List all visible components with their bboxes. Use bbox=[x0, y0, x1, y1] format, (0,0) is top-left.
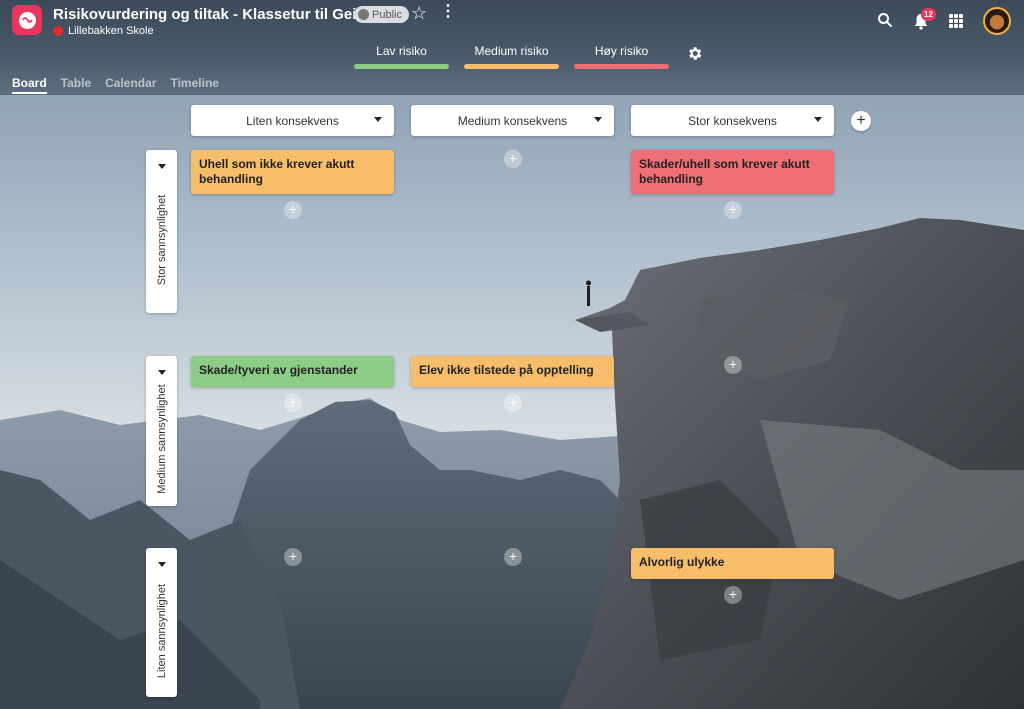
add-card-plus-icon[interactable]: + bbox=[724, 201, 742, 219]
settings-gear-icon[interactable] bbox=[686, 45, 703, 62]
caret-down-icon[interactable] bbox=[158, 562, 166, 567]
add-card-plus-icon[interactable]: + bbox=[504, 150, 522, 168]
row-header-label: Stor sannsynlighet bbox=[155, 194, 168, 285]
row-header-label: Medium sannsynlighet bbox=[155, 384, 168, 494]
globe-icon bbox=[358, 9, 369, 20]
row-header-liten-sannsynlighet[interactable]: Liten sannsynlighet bbox=[146, 548, 177, 697]
risk-card[interactable]: Uhell som ikke krever akutt behandling bbox=[191, 150, 394, 194]
visibility-badge[interactable]: Public bbox=[354, 6, 409, 23]
risk-card[interactable]: Alvorlig ulykke bbox=[631, 548, 834, 579]
add-column-plus-icon[interactable]: + bbox=[851, 111, 871, 131]
column-header-label: Liten konsekvens bbox=[246, 113, 339, 128]
row-header-medium-sannsynlighet[interactable]: Medium sannsynlighet bbox=[146, 356, 177, 506]
legend-low-risk[interactable]: Lav risiko bbox=[354, 44, 449, 69]
legend-bar bbox=[354, 64, 449, 69]
risk-card[interactable]: Skader/uhell som krever akutt behandling bbox=[631, 150, 834, 194]
legend-bar bbox=[574, 64, 669, 69]
star-icon[interactable]: ☆ bbox=[411, 3, 427, 24]
column-header-label: Stor konsekvens bbox=[688, 113, 777, 128]
board-title[interactable]: Risikovurdering og tiltak - Klassetur ti… bbox=[53, 6, 370, 23]
caret-down-icon[interactable] bbox=[158, 370, 166, 375]
legend-medium-risk[interactable]: Medium risiko bbox=[464, 44, 559, 69]
tab-calendar[interactable]: Calendar bbox=[105, 76, 156, 94]
legend-bar bbox=[464, 64, 559, 69]
tab-table[interactable]: Table bbox=[61, 76, 91, 94]
caret-down-icon[interactable] bbox=[814, 117, 822, 122]
risk-card[interactable]: Elev ikke tilstede på opptelling bbox=[411, 356, 614, 387]
add-card-plus-icon[interactable]: + bbox=[504, 394, 522, 412]
caret-down-icon[interactable] bbox=[374, 117, 382, 122]
tab-timeline[interactable]: Timeline bbox=[170, 76, 218, 94]
column-header-stor-konsekvens[interactable]: Stor konsekvens bbox=[631, 105, 834, 136]
view-tabs: Board Table Calendar Timeline bbox=[12, 76, 219, 94]
apps-grid-icon[interactable] bbox=[949, 14, 963, 28]
app-header: Risikovurdering og tiltak - Klassetur ti… bbox=[0, 0, 1024, 95]
add-card-plus-icon[interactable]: + bbox=[504, 548, 522, 566]
column-header-label: Medium konsekvens bbox=[457, 113, 568, 128]
app-logo-icon[interactable] bbox=[12, 5, 42, 35]
notification-count-badge: 12 bbox=[921, 8, 936, 21]
tab-board[interactable]: Board bbox=[12, 76, 47, 94]
add-card-plus-icon[interactable]: + bbox=[724, 356, 742, 374]
column-header-liten-konsekvens[interactable]: Liten konsekvens bbox=[191, 105, 394, 136]
column-header-medium-konsekvens[interactable]: Medium konsekvens bbox=[411, 105, 614, 136]
add-card-plus-icon[interactable]: + bbox=[284, 548, 302, 566]
row-header-stor-sannsynlighet[interactable]: Stor sannsynlighet bbox=[146, 150, 177, 313]
add-card-plus-icon[interactable]: + bbox=[284, 394, 302, 412]
visibility-label: Public bbox=[372, 8, 402, 21]
legend-label: Høy risiko bbox=[594, 44, 649, 58]
organization-dot-icon bbox=[53, 26, 63, 36]
caret-down-icon[interactable] bbox=[594, 117, 602, 122]
organization-link[interactable]: Lillebakken Skole bbox=[53, 25, 154, 37]
add-card-plus-icon[interactable]: + bbox=[724, 586, 742, 604]
risk-card[interactable]: Skade/tyveri av gjenstander bbox=[191, 356, 394, 387]
more-vert-icon[interactable]: ⋮ bbox=[440, 4, 456, 20]
organization-name: Lillebakken Skole bbox=[68, 25, 154, 37]
add-card-plus-icon[interactable]: + bbox=[284, 201, 302, 219]
caret-down-icon[interactable] bbox=[158, 164, 166, 169]
legend-label: Medium risiko bbox=[474, 44, 549, 58]
user-avatar[interactable] bbox=[983, 7, 1011, 35]
legend-high-risk[interactable]: Høy risiko bbox=[574, 44, 669, 69]
search-icon[interactable] bbox=[877, 12, 893, 28]
row-header-label: Liten sannsynlighet bbox=[155, 583, 168, 678]
legend-label: Lav risiko bbox=[376, 44, 427, 58]
